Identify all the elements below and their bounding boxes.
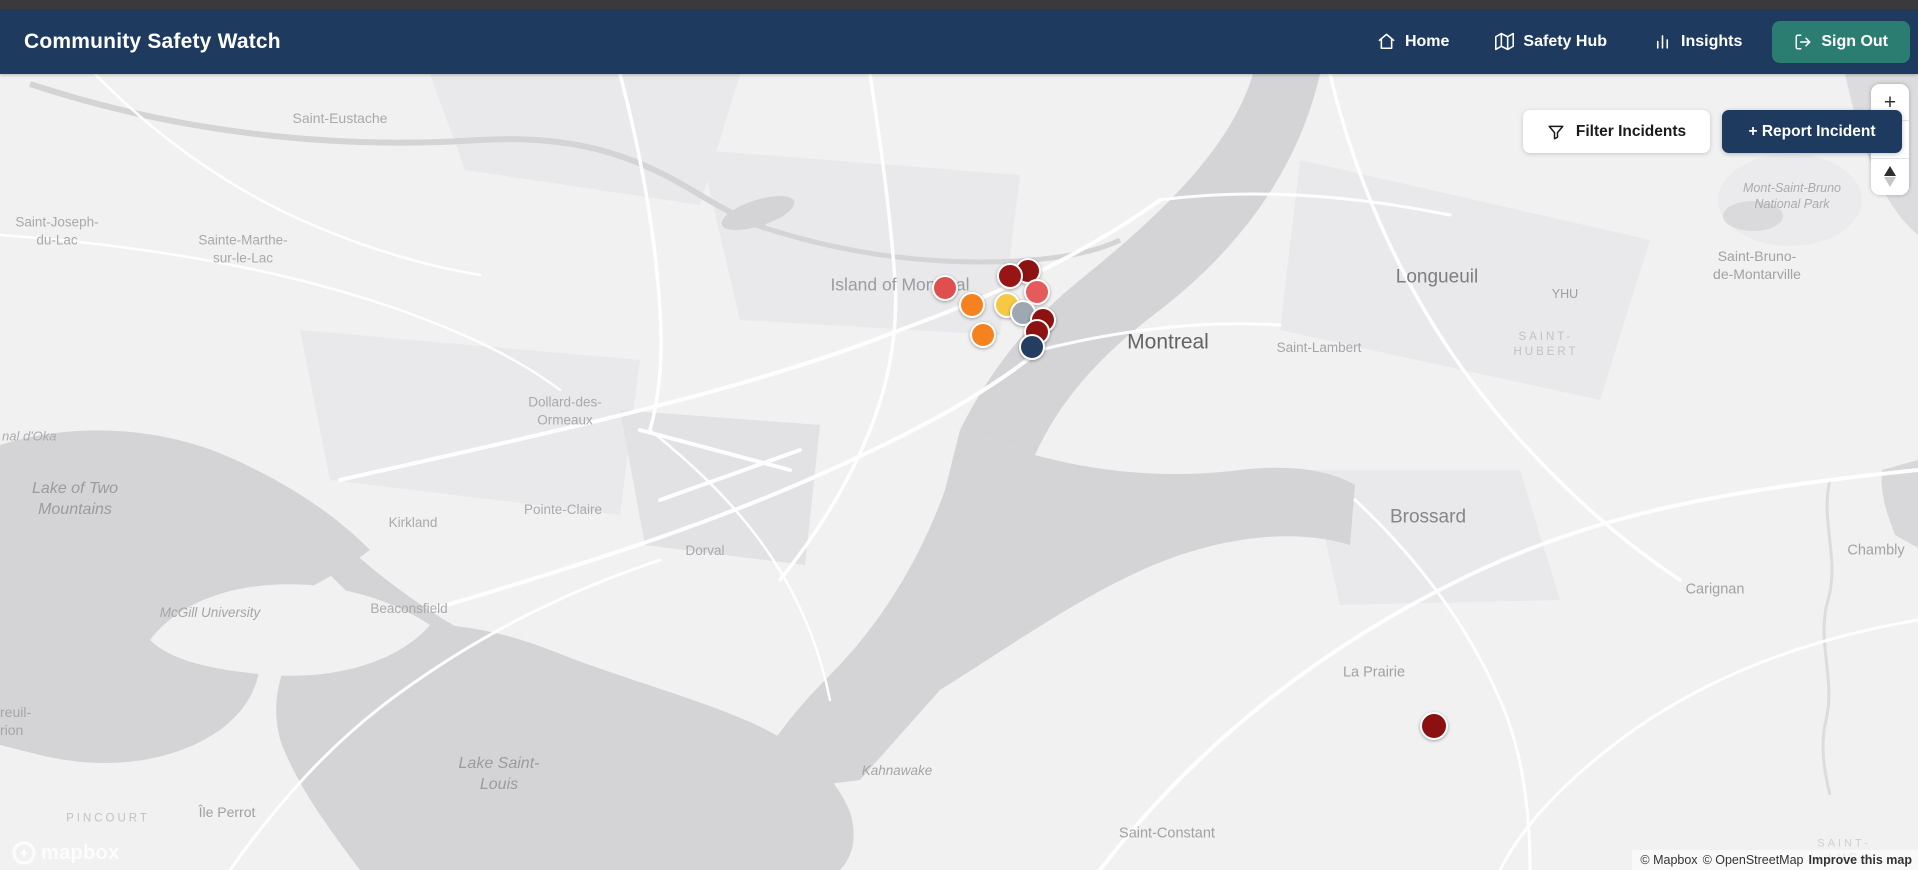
map-attribution: © Mapbox © OpenStreetMap Improve this ma…: [1632, 850, 1918, 870]
nav-item-home[interactable]: Home: [1361, 22, 1465, 61]
incident-marker[interactable]: [932, 275, 958, 301]
sign-out-label: Sign Out: [1821, 32, 1888, 50]
nav-insights-label: Insights: [1681, 32, 1743, 50]
sign-out-button[interactable]: Sign Out: [1772, 20, 1910, 63]
report-incident-label: + Report Incident: [1748, 122, 1876, 140]
filter-incidents-label: Filter Incidents: [1575, 122, 1687, 140]
mapbox-logo-text: mapbox: [41, 841, 120, 864]
compass-button[interactable]: [1871, 157, 1909, 195]
main-nav: Home Safety Hub Insights Sign Out: [1361, 20, 1910, 63]
mapbox-attribution-link[interactable]: © Mapbox: [1640, 853, 1697, 867]
home-icon: [1378, 33, 1395, 50]
nav-item-safety-hub[interactable]: Safety Hub: [1479, 22, 1623, 61]
incident-marker[interactable]: [959, 292, 985, 318]
app-title: Community Safety Watch: [24, 29, 281, 53]
nav-item-insights[interactable]: Insights: [1637, 22, 1758, 61]
bar-chart-icon: [1656, 35, 1669, 49]
mapbox-icon: [12, 841, 36, 865]
map-icon: [1495, 32, 1515, 51]
log-out-icon: [1795, 34, 1811, 49]
app-window: Saint-Eustache Saint-Joseph- du-Lac Sainte…: [0, 0, 1918, 870]
filter-incidents-button[interactable]: Filter Incidents: [1523, 110, 1710, 153]
compass-icon: [1884, 166, 1896, 188]
osm-attribution-link[interactable]: © OpenStreetMap: [1703, 853, 1804, 867]
incident-marker[interactable]: [1019, 334, 1045, 360]
window-top-strip: [0, 0, 1918, 9]
nav-home-label: Home: [1404, 32, 1450, 50]
funnel-icon: [1548, 125, 1564, 139]
map-canvas[interactable]: Saint-Eustache Saint-Joseph- du-Lac Sainte…: [0, 0, 1918, 870]
incident-marker[interactable]: [970, 322, 996, 348]
improve-map-link[interactable]: Improve this map: [1809, 853, 1913, 867]
nav-safety-hub-label: Safety Hub: [1523, 32, 1607, 50]
report-incident-button[interactable]: + Report Incident: [1722, 110, 1902, 153]
app-header: Community Safety Watch Home Safety Hub I…: [0, 9, 1918, 74]
incident-marker[interactable]: [1420, 712, 1448, 740]
incident-marker[interactable]: [997, 263, 1023, 289]
mapbox-logo[interactable]: mapbox: [12, 841, 119, 865]
